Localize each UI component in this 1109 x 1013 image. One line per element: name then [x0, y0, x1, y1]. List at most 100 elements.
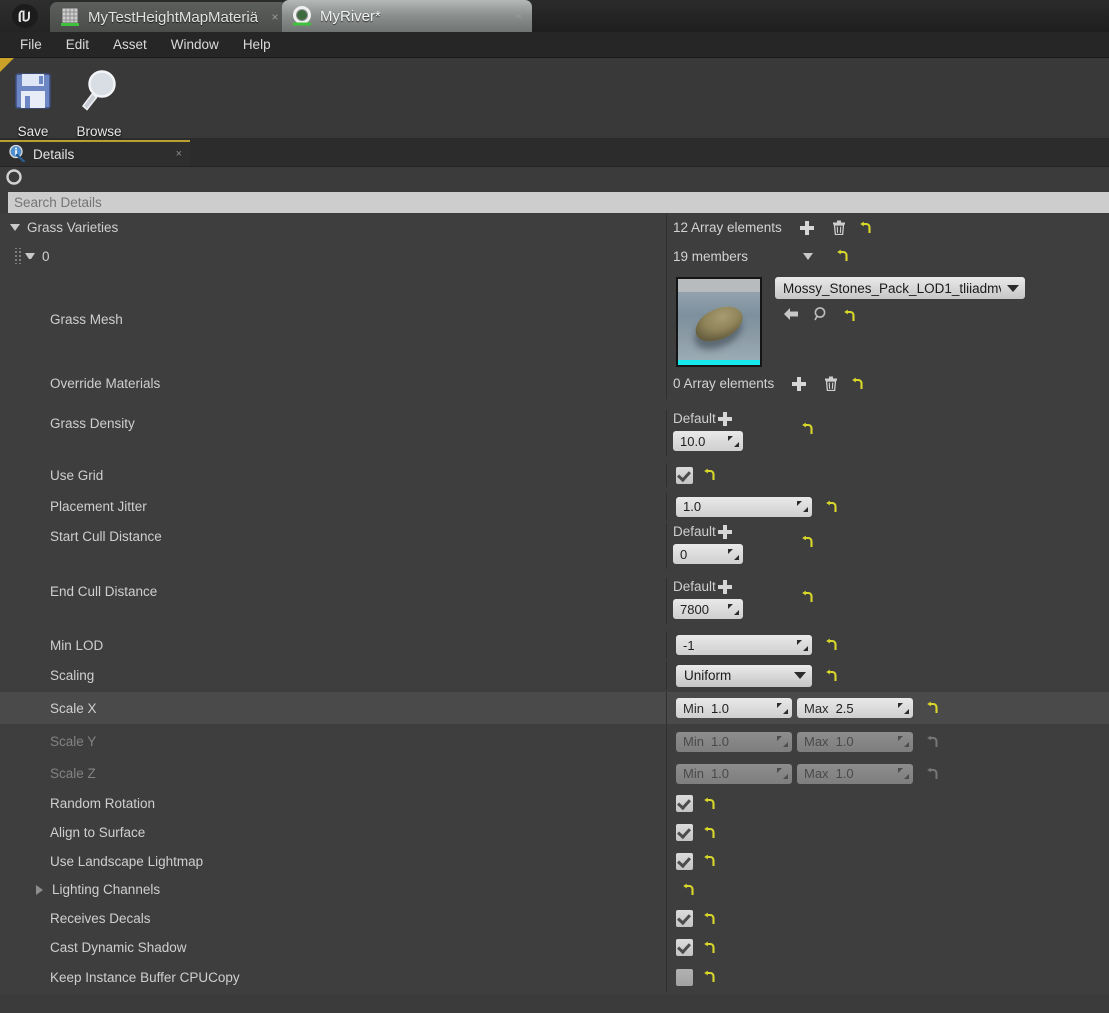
add-override-icon[interactable] — [718, 411, 732, 426]
property-row-element-0[interactable]: 0 19 members — [0, 241, 1109, 271]
delete-all-icon[interactable] — [824, 376, 838, 392]
asset-picker-combo[interactable]: Mossy_Stones_Pack_LOD1_tliiadmva_1 — [775, 277, 1025, 299]
property-row-scale-x[interactable]: Scale X Min 1.0 Max 2.5 — [0, 692, 1109, 724]
reset-to-default-icon[interactable] — [681, 883, 695, 897]
filter-circle-icon[interactable] — [5, 167, 25, 192]
add-override-icon[interactable] — [718, 579, 732, 594]
reset-to-default-icon[interactable] — [835, 249, 849, 263]
add-override-icon[interactable] — [718, 524, 732, 539]
start-cull-distance-input[interactable]: 0 — [673, 544, 743, 564]
property-row-use-landscape-lightmap[interactable]: Use Landscape Lightmap — [0, 847, 1109, 875]
property-row-override-materials[interactable]: Override Materials 0 Array elements — [0, 368, 1109, 399]
scale-x-max-input[interactable]: Max 2.5 — [797, 698, 913, 718]
property-row-random-rotation[interactable]: Random Rotation — [0, 789, 1109, 818]
spinner-icon[interactable] — [728, 603, 739, 615]
unreal-logo-icon[interactable] — [0, 0, 50, 32]
scale-y-min-value: 1.0 — [710, 734, 730, 749]
property-row-start-cull-distance[interactable]: Start Cull Distance Default 0 — [0, 523, 1109, 569]
menu-item-file[interactable]: File — [8, 34, 54, 55]
reset-to-default-icon[interactable] — [858, 221, 872, 235]
property-row-keep-instance-buffer-cpucopy[interactable]: Keep Instance Buffer CPUCopy — [0, 962, 1109, 992]
add-element-icon[interactable] — [792, 376, 807, 391]
property-label: Random Rotation — [50, 796, 156, 811]
property-row-min-lod[interactable]: Min LOD -1 — [0, 631, 1109, 659]
add-element-icon[interactable] — [799, 220, 814, 235]
min-lod-input[interactable]: -1 — [676, 635, 812, 655]
use-selected-asset-icon[interactable] — [783, 307, 799, 324]
chevron-down-icon[interactable] — [803, 252, 813, 260]
chevron-right-icon[interactable] — [36, 884, 45, 895]
editor-tab-river[interactable]: MyRiver* × — [282, 0, 532, 32]
spinner-icon[interactable] — [797, 501, 808, 512]
end-cull-distance-input[interactable]: 7800 — [673, 599, 743, 619]
reset-to-default-icon[interactable] — [702, 941, 716, 955]
browse-button[interactable]: Browse — [66, 62, 132, 139]
browse-asset-icon[interactable] — [813, 306, 829, 325]
tab-close-icon[interactable]: × — [176, 148, 182, 160]
reset-to-default-icon[interactable] — [850, 377, 864, 391]
reset-to-default-icon — [925, 735, 939, 749]
reset-to-default-icon[interactable] — [824, 638, 838, 652]
save-button[interactable]: Save — [0, 62, 66, 139]
grass-density-input[interactable]: 10.0 — [673, 431, 743, 451]
receives-decals-checkbox[interactable] — [676, 910, 693, 927]
property-row-grass-density[interactable]: Grass Density Default 10.0 — [0, 410, 1109, 456]
chevron-down-icon[interactable] — [10, 224, 20, 231]
reset-to-default-icon[interactable] — [702, 468, 716, 482]
spinner-icon[interactable] — [728, 435, 739, 447]
property-row-align-to-surface[interactable]: Align to Surface — [0, 818, 1109, 847]
property-row-grass-mesh[interactable]: Grass Mesh Mossy_Stones_Pack_LOD1_tliiad… — [0, 271, 1109, 368]
tab-details[interactable]: Details × — [0, 140, 190, 166]
cast-dynamic-shadow-checkbox[interactable] — [676, 939, 693, 956]
property-row-end-cull-distance[interactable]: End Cull Distance Default 7800 — [0, 578, 1109, 624]
scaling-select[interactable]: Uniform — [676, 664, 812, 687]
random-rotation-checkbox[interactable] — [676, 795, 693, 812]
reset-to-default-icon[interactable] — [800, 590, 814, 604]
reset-to-default-icon[interactable] — [800, 422, 814, 436]
property-row-receives-decals[interactable]: Receives Decals — [0, 904, 1109, 933]
property-row-use-grid[interactable]: Use Grid — [0, 463, 1109, 487]
align-to-surface-checkbox[interactable] — [676, 824, 693, 841]
use-grid-checkbox[interactable] — [676, 466, 693, 484]
menu-item-asset[interactable]: Asset — [101, 34, 159, 55]
tab-close-icon[interactable]: × — [512, 9, 526, 23]
chevron-down-icon[interactable] — [794, 672, 806, 679]
chevron-down-icon[interactable] — [25, 253, 35, 259]
chevron-down-icon[interactable] — [1007, 284, 1019, 292]
delete-all-icon[interactable] — [832, 220, 846, 236]
property-label-cell: 0 — [0, 241, 667, 271]
reset-to-default-icon[interactable] — [702, 854, 716, 868]
reset-to-default-icon[interactable] — [925, 701, 939, 715]
reset-to-default-icon[interactable] — [824, 500, 838, 514]
spinner-icon[interactable] — [797, 639, 808, 651]
property-row-cast-dynamic-shadow[interactable]: Cast Dynamic Shadow — [0, 933, 1109, 962]
spinner-icon — [777, 736, 788, 747]
property-row-lighting-channels[interactable]: Lighting Channels — [0, 875, 1109, 904]
drag-handle-icon[interactable] — [14, 248, 22, 264]
property-row-scaling[interactable]: Scaling Uniform — [0, 661, 1109, 690]
editor-tab-material[interactable]: MyTestHeightMapMateriä × — [50, 2, 288, 32]
reset-to-default-icon[interactable] — [702, 970, 716, 984]
search-input[interactable] — [8, 192, 1109, 213]
tab-close-icon[interactable]: × — [268, 10, 282, 24]
use-landscape-lightmap-checkbox[interactable] — [676, 852, 693, 870]
property-row-grass-varieties[interactable]: Grass Varieties 12 Array elements — [0, 214, 1109, 241]
scale-x-min-input[interactable]: Min 1.0 — [676, 698, 792, 718]
reset-to-default-icon[interactable] — [800, 535, 814, 549]
asset-thumbnail[interactable] — [676, 277, 762, 367]
reset-to-default-icon[interactable] — [702, 912, 716, 926]
spinner-icon[interactable] — [777, 702, 788, 714]
property-label: Lighting Channels — [52, 882, 161, 897]
reset-to-default-icon[interactable] — [702, 826, 716, 840]
spinner-icon[interactable] — [728, 548, 739, 560]
menu-item-window[interactable]: Window — [159, 34, 231, 55]
reset-to-default-icon[interactable] — [702, 797, 716, 811]
spinner-icon[interactable] — [898, 702, 909, 714]
reset-to-default-icon[interactable] — [842, 309, 856, 323]
reset-to-default-icon[interactable] — [824, 669, 838, 683]
placement-jitter-input[interactable]: 1.0 — [676, 496, 812, 517]
keep-instance-buffer-cpucopy-checkbox[interactable] — [676, 968, 693, 986]
property-row-placement-jitter[interactable]: Placement Jitter 1.0 — [0, 492, 1109, 521]
menu-item-edit[interactable]: Edit — [54, 34, 101, 55]
menu-item-help[interactable]: Help — [231, 34, 283, 55]
